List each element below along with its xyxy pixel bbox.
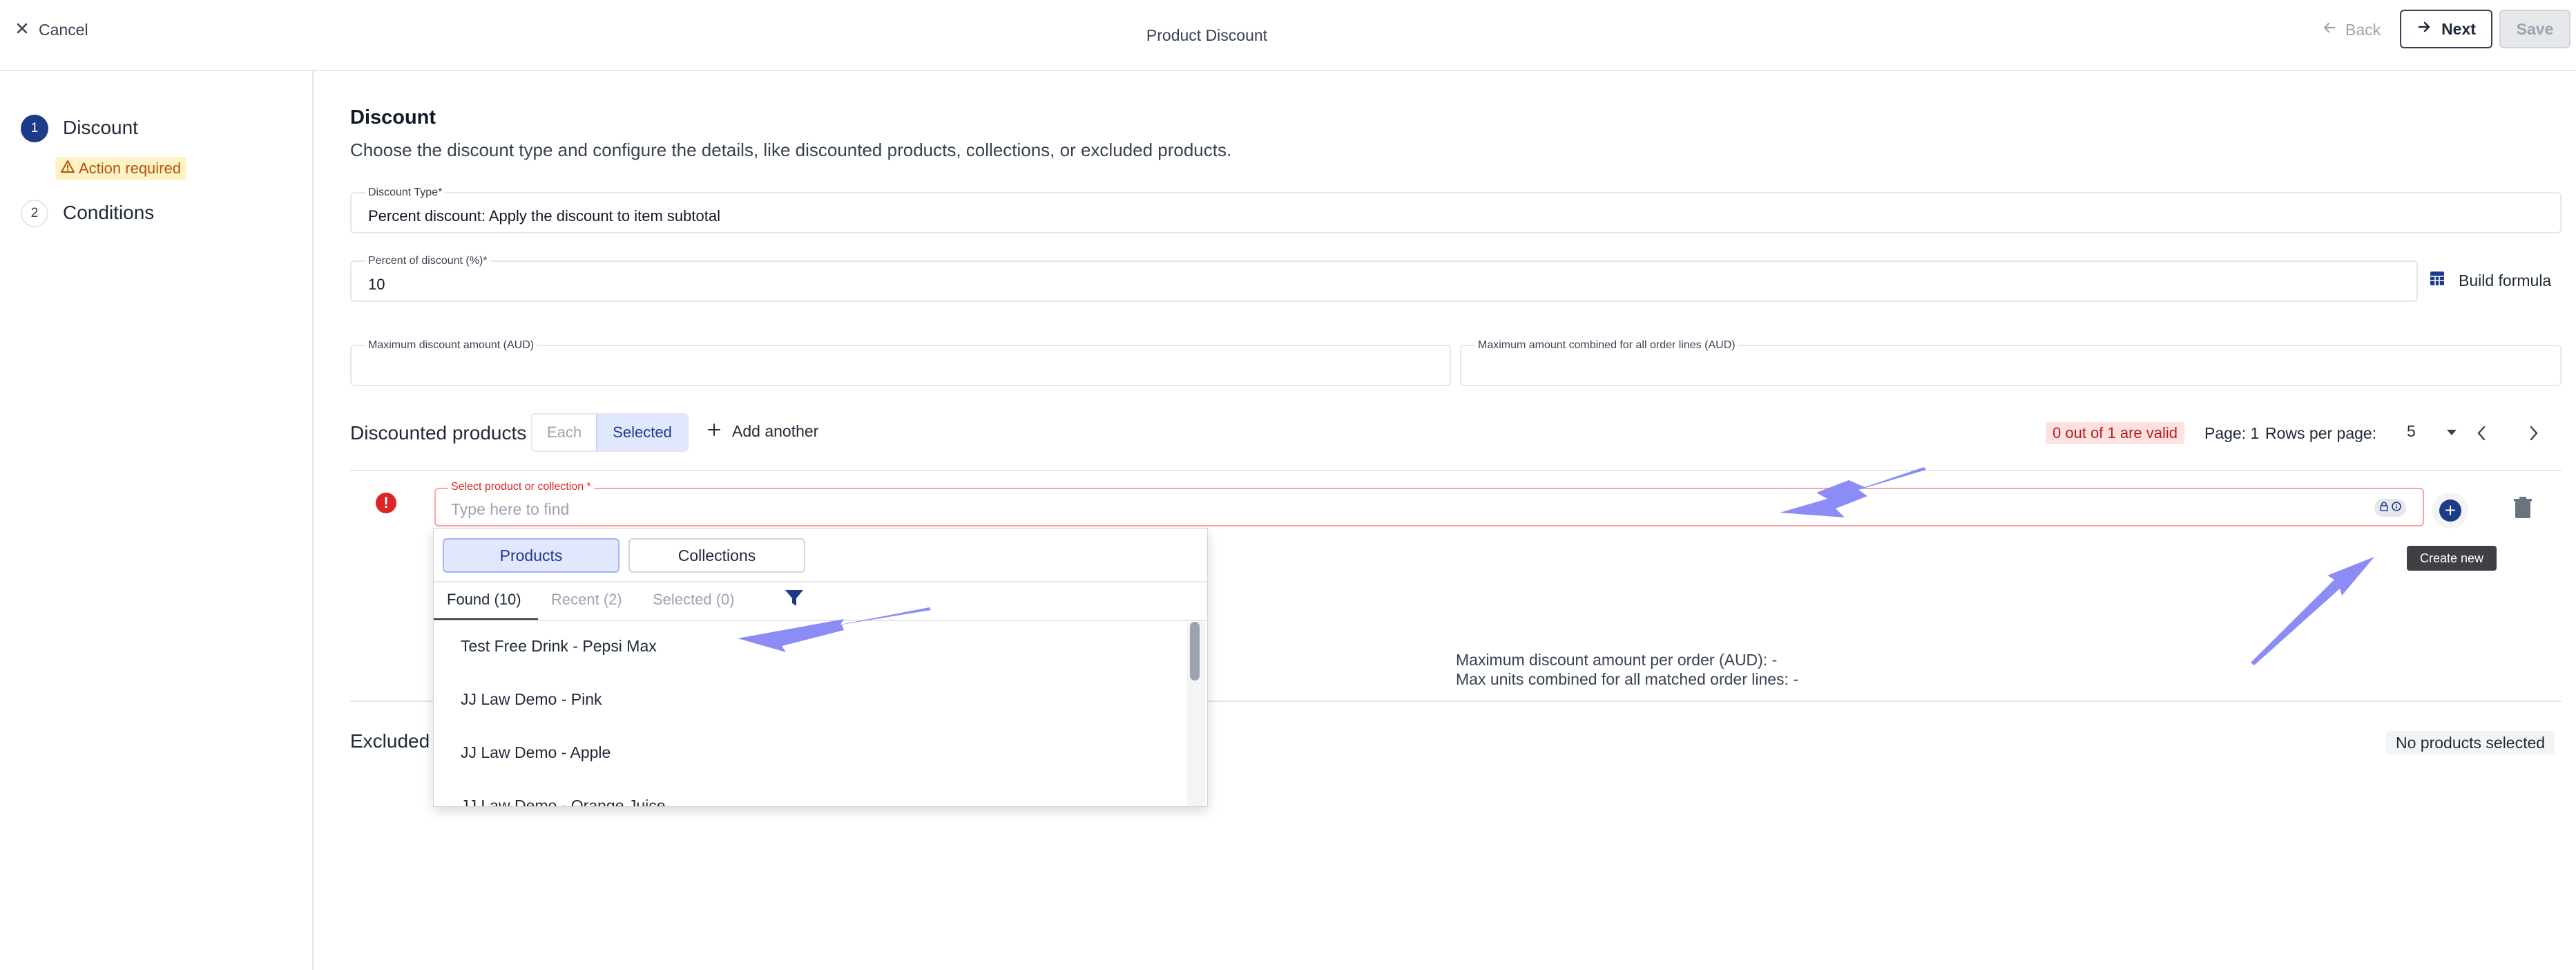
action-required-label: Action required — [79, 160, 181, 177]
cancel-button[interactable]: Cancel — [15, 19, 88, 40]
cancel-label: Cancel — [39, 20, 88, 39]
divider — [350, 470, 2561, 471]
list-item[interactable]: JJ Law Demo - Apple — [461, 743, 611, 762]
tab-recent[interactable]: Recent (2) — [551, 591, 622, 609]
tab-selected[interactable]: Selected (0) — [653, 591, 735, 609]
rows-per-page-value: 5 — [2407, 422, 2416, 440]
sidebar-item-discount[interactable]: Discount — [63, 117, 138, 139]
close-icon — [15, 21, 29, 39]
step-number-1: 1 — [21, 115, 48, 142]
max-units-info: Max units combined for all matched order… — [1456, 670, 1798, 688]
chevron-left-icon — [2474, 426, 2489, 445]
next-button[interactable]: Next — [2400, 10, 2492, 48]
max-discount-info: Maximum discount amount per order (AUD):… — [1456, 651, 1778, 669]
create-new-tooltip: Create new — [2407, 546, 2497, 571]
lock-icon — [2379, 502, 2389, 514]
arrow-left-icon — [2322, 20, 2337, 39]
product-search-label: Select product or collection * — [448, 481, 594, 493]
warning-icon — [61, 160, 75, 178]
percent-discount-label: Percent of discount (%)* — [365, 255, 490, 267]
percent-discount-value: 10 — [368, 276, 385, 293]
divider — [434, 581, 1207, 582]
filter-icon — [785, 590, 804, 610]
discounted-products-label: Discounted products — [350, 422, 527, 444]
step-number-2: 2 — [21, 200, 48, 227]
tab-found[interactable]: Found (10) — [447, 591, 521, 609]
product-search-input[interactable]: Select product or collection * Type here… — [434, 481, 2424, 526]
annotation-arrow — [2251, 557, 2374, 665]
max-combined-field[interactable]: Maximum amount combined for all order li… — [1460, 339, 2561, 386]
next-page-button[interactable] — [2526, 424, 2541, 446]
next-label: Next — [2441, 19, 2476, 38]
sidebar: 1 Discount Action required 2 Conditions — [0, 70, 314, 970]
error-icon: ! — [376, 493, 396, 513]
percent-discount-field[interactable]: Percent of discount (%)* 10 — [350, 255, 2418, 302]
max-discount-label: Maximum discount amount (AUD) — [365, 339, 537, 352]
segment-selected[interactable]: Selected — [596, 415, 687, 450]
segment-each[interactable]: Each — [532, 415, 596, 450]
collections-toggle[interactable]: Collections — [628, 538, 805, 573]
products-toggle[interactable]: Products — [443, 538, 619, 573]
product-search-placeholder: Type here to find — [451, 500, 570, 518]
discount-type-value: Percent discount: Apply the discount to … — [368, 207, 720, 225]
section-title: Discount — [350, 106, 436, 129]
build-formula-button[interactable]: Build formula — [2430, 271, 2551, 290]
build-formula-label: Build formula — [2459, 271, 2552, 289]
add-circle-icon: + — [2439, 500, 2461, 522]
max-discount-field[interactable]: Maximum discount amount (AUD) — [350, 339, 1451, 386]
info-icon — [2392, 502, 2401, 514]
page-title: Product Discount — [1146, 26, 1268, 44]
trash-icon — [2512, 497, 2533, 522]
product-dropdown: Products Collections Found (10) Recent (… — [433, 528, 1208, 807]
rows-per-page-select[interactable]: 5 — [2407, 422, 2457, 441]
divider — [434, 620, 1207, 621]
max-combined-label: Maximum amount combined for all order li… — [1475, 339, 1738, 352]
delete-button[interactable] — [2512, 496, 2533, 520]
table-icon — [2430, 271, 2445, 290]
back-button[interactable]: Back — [2322, 19, 2381, 40]
excluded-products-label: Excluded p — [350, 730, 446, 752]
caret-down-icon — [2446, 422, 2457, 441]
list-item[interactable]: JJ Law Demo - Pink — [461, 690, 602, 709]
section-description: Choose the discount type and configure t… — [350, 140, 1232, 160]
discount-type-select[interactable]: Discount Type* Percent discount: Apply t… — [350, 187, 2561, 234]
action-required-badge: Action required — [55, 157, 186, 180]
extension-badges — [2374, 499, 2406, 517]
add-another-button[interactable]: Add another — [707, 422, 818, 441]
add-another-label: Add another — [732, 422, 819, 440]
list-item[interactable]: Test Free Drink - Pepsi Max — [461, 637, 657, 656]
page-indicator: Page: 1 — [2204, 424, 2260, 442]
each-selected-toggle: Each Selected — [531, 413, 689, 452]
sidebar-item-conditions[interactable]: Conditions — [63, 202, 154, 224]
back-label: Back — [2345, 20, 2381, 39]
plus-icon — [707, 422, 721, 441]
arrow-right-icon — [2416, 19, 2432, 39]
create-new-button[interactable]: + — [2432, 493, 2468, 529]
top-bar: Cancel Product Discount Back Next Save — [0, 0, 2576, 71]
scroll-thumb[interactable] — [1190, 622, 1200, 681]
no-products-badge: No products selected — [2386, 731, 2555, 754]
filter-button[interactable] — [785, 589, 804, 611]
prev-page-button[interactable] — [2474, 424, 2489, 446]
list-item[interactable]: JJ Law Demo - Orange Juice — [461, 797, 666, 806]
discount-type-label: Discount Type* — [365, 187, 445, 199]
rows-per-page-label: Rows per page: — [2265, 424, 2377, 442]
validity-badge: 0 out of 1 are valid — [2046, 422, 2185, 444]
scrollbar[interactable] — [1187, 622, 1205, 806]
save-button[interactable]: Save — [2499, 10, 2570, 48]
chevron-right-icon — [2526, 426, 2541, 445]
